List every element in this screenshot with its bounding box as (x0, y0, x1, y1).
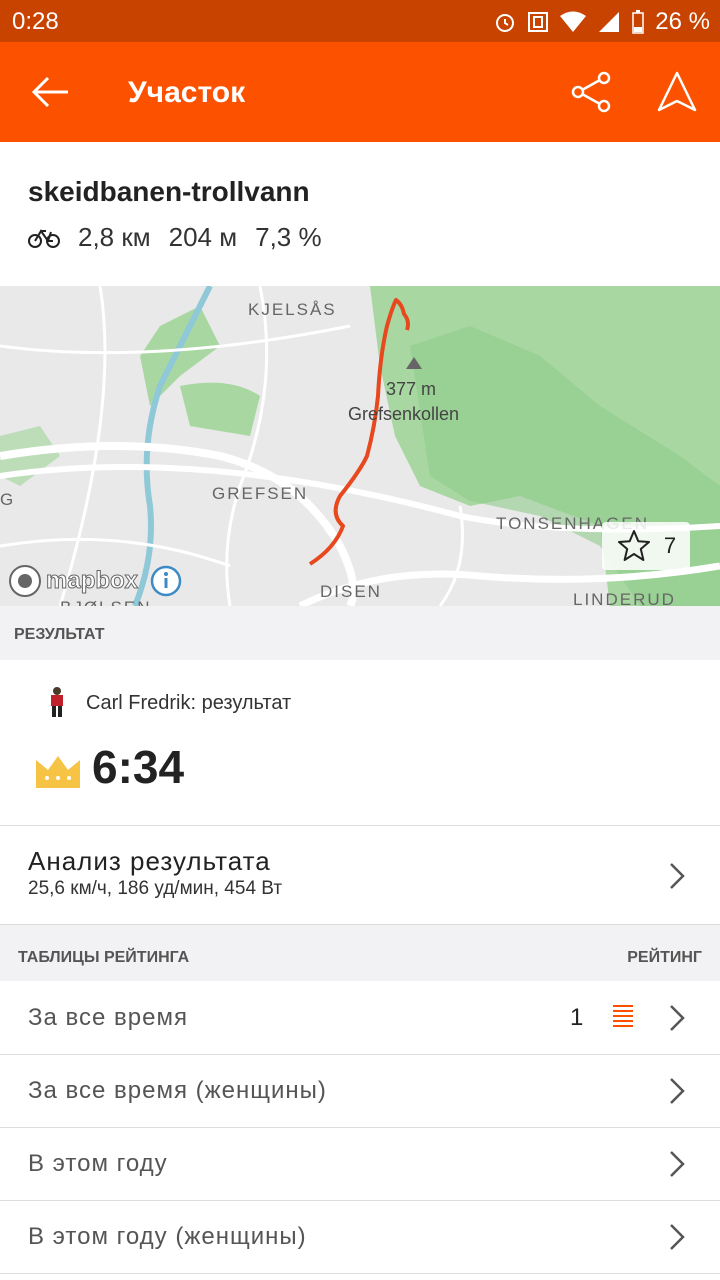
segment-distance: 2,8 км (78, 222, 151, 252)
back-arrow-icon[interactable] (28, 70, 72, 114)
wifi-icon (560, 11, 587, 32)
result-header-label: РЕЗУЛЬТАТ (14, 626, 105, 643)
analysis-subtitle: 25,6 км/ч, 186 уд/мин, 454 Вт (28, 878, 283, 899)
leaderboard-list-icon (613, 1005, 633, 1027)
map-label-g: G (0, 490, 16, 509)
leaderboard-row-this-year[interactable]: В этом году (0, 1128, 720, 1201)
leaderboard-label: За все время (женщины) (28, 1077, 327, 1104)
signal-icon (599, 12, 620, 32)
status-icons: 26 % (493, 8, 710, 36)
analysis-title: Анализ результата (28, 846, 271, 876)
segment-elevation: 204 м (168, 222, 238, 252)
nfc-icon (528, 12, 549, 32)
navigate-icon[interactable] (655, 70, 699, 114)
result-time: 6:34 (92, 741, 185, 793)
battery-icon (632, 10, 645, 34)
chevron-right-icon (670, 863, 685, 889)
mapbox-text: mapbox (45, 567, 139, 595)
share-icon[interactable] (570, 70, 614, 114)
crown-icon (36, 756, 80, 788)
star-icon (617, 530, 650, 561)
chevron-right-icon (670, 1151, 685, 1177)
result-section-header: РЕЗУЛЬТАТ (0, 606, 720, 660)
chevron-right-icon (670, 1224, 685, 1250)
segment-stats: 2,8 км 204 м 7,3 % (28, 222, 322, 253)
map-label-disen: DISEN (320, 582, 382, 601)
status-bar: 0:28 26 % (0, 0, 720, 42)
leaderboard-row-this-year-women[interactable]: В этом году (женщины) (0, 1201, 720, 1274)
result-card: Carl Fredrik: результат 6:34 (0, 660, 720, 826)
mapbox-logo-icon (9, 565, 41, 597)
map-label-linderud: LINDERUD (573, 590, 676, 606)
star-count: 7 (663, 533, 677, 558)
status-time: 0:28 (12, 8, 59, 35)
app-bar: Участок (0, 42, 720, 142)
athlete-result-line: Carl Fredrik: результат (86, 692, 292, 714)
battery-percent: 26 % (655, 8, 710, 35)
avatar[interactable] (46, 686, 68, 718)
leaderboard-rank: 1 (570, 1004, 584, 1031)
leaderboard-label: За все время (28, 1004, 188, 1031)
leaderboard-label: В этом году (28, 1150, 168, 1177)
alarm-icon (496, 14, 515, 32)
peak-height: 377 m (386, 379, 437, 399)
page-title: Участок (128, 76, 246, 109)
map-label-grefsen: GREFSEN (212, 484, 309, 503)
peak-name: Grefsenkollen (348, 404, 460, 424)
chevron-right-icon (670, 1005, 685, 1031)
segment-grade: 7,3 % (255, 222, 322, 252)
analysis-row[interactable]: Анализ результата 25,6 км/ч, 186 уд/мин,… (0, 826, 720, 925)
map-label-bjolsen: BJØLSEN (60, 598, 151, 606)
leaderboards-header-label: ТАБЛИЦЫ РЕЙТИНГА (18, 949, 190, 966)
leaderboards-section-header: ТАБЛИЦЫ РЕЙТИНГА РЕЙТИНГ (0, 925, 720, 981)
chevron-right-icon (670, 1078, 685, 1104)
info-icon[interactable] (150, 565, 182, 597)
star-button[interactable]: 7 (602, 522, 690, 570)
leaderboard-label: В этом году (женщины) (28, 1223, 307, 1250)
mapbox-attribution[interactable]: mapbox (8, 564, 182, 598)
leaderboard-row-all-time-women[interactable]: За все время (женщины) (0, 1055, 720, 1128)
segment-name: skeidbanen-trollvann (28, 176, 310, 207)
leaderboard-row-all-time[interactable]: За все время 1 (0, 982, 720, 1055)
rank-header-label: РЕЙТИНГ (627, 949, 702, 966)
bike-icon (28, 228, 60, 248)
map-label-kjelsas: KJELSÅS (248, 300, 337, 319)
